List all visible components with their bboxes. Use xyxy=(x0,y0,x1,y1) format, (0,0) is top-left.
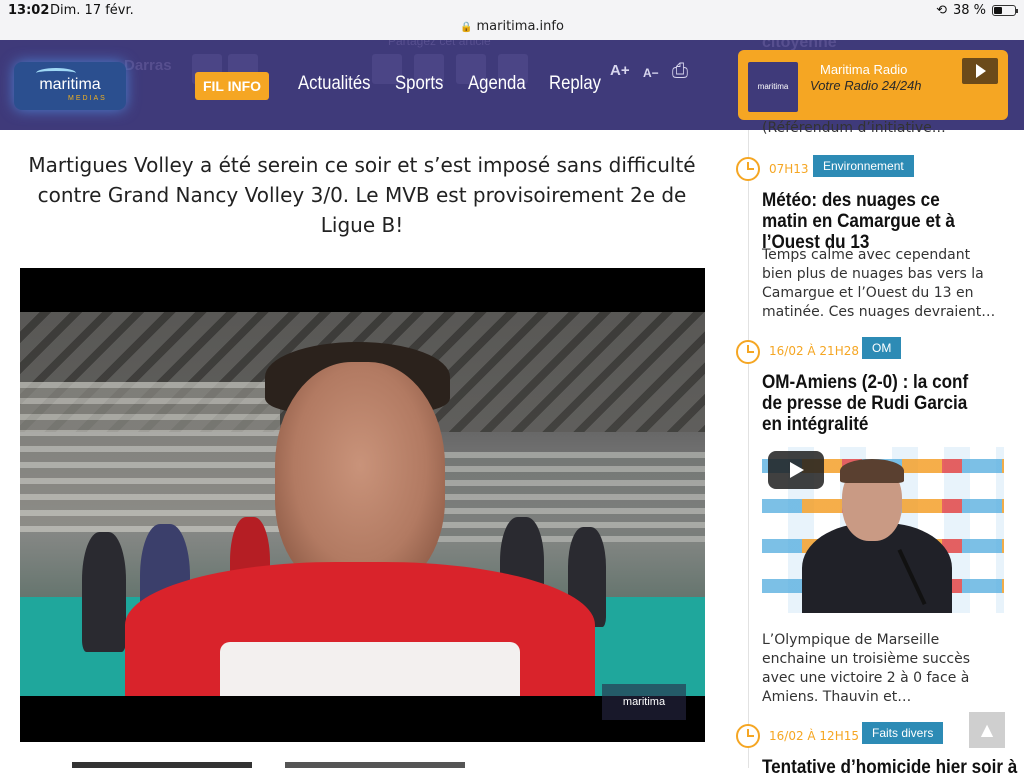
scroll-to-top-button[interactable]: ▲ xyxy=(969,712,1005,748)
site-header: Darras Partagez cet article citoyenne ma… xyxy=(0,40,1024,130)
ghost-author-name: Darras xyxy=(124,57,172,74)
radio-name: Maritima Radio xyxy=(820,62,908,77)
thumbnail-strip[interactable] xyxy=(72,762,252,768)
nav-item-agenda[interactable]: Agenda xyxy=(468,73,526,95)
background-person xyxy=(82,532,126,652)
battery-percent: 38 % xyxy=(952,3,986,18)
news-excerpt: L’Olympique de Marseille enchaine un tro… xyxy=(762,632,971,705)
ios-status-bar: 13:02 Dim. 17 févr. 🔒 maritima.info ⟲ 38 … xyxy=(0,0,1024,40)
status-date: Dim. 17 févr. xyxy=(50,3,134,18)
news-title[interactable]: OM-Amiens (2-0) : la conf de presse de R… xyxy=(762,372,987,435)
ghost-share-label: Partagez cet article xyxy=(388,40,491,48)
news-tag[interactable]: Faits divers xyxy=(862,722,944,744)
orientation-lock-icon: ⟲ xyxy=(936,3,947,18)
news-time: 07H13 xyxy=(769,162,809,176)
player-shirt-white xyxy=(220,642,520,696)
gym-stands-right xyxy=(420,452,705,542)
article-lead: Martigues Volley a été serein ce soir et… xyxy=(28,153,696,237)
battery-icon xyxy=(992,5,1018,16)
battery-fill xyxy=(994,7,1002,14)
address-url: maritima.info xyxy=(476,19,564,34)
thumbnail-strip[interactable] xyxy=(285,762,465,768)
radio-player[interactable]: maritima Maritima Radio Votre Radio 24/2… xyxy=(738,50,1008,120)
news-time: 16/02 À 12H15 xyxy=(769,729,859,743)
news-video-thumbnail[interactable] xyxy=(762,447,1004,613)
status-time: 13:02 xyxy=(8,3,50,18)
video-frame[interactable] xyxy=(20,312,705,696)
clock-icon xyxy=(736,340,760,364)
font-increase-button[interactable]: A+ xyxy=(610,62,630,79)
player-face xyxy=(275,362,445,592)
nav-item-actualites[interactable]: Actualités xyxy=(298,73,370,95)
printer-icon[interactable]: ⎙ xyxy=(672,60,688,83)
font-decrease-button[interactable]: A− xyxy=(643,66,659,80)
news-title[interactable]: Météo: des nuages ce matin en Camargue e… xyxy=(762,190,987,253)
site-logo[interactable]: maritima MEDIAS xyxy=(14,62,126,110)
lock-icon: 🔒 xyxy=(460,22,473,33)
radio-logo: maritima xyxy=(748,62,798,112)
gym-stands-left xyxy=(20,382,280,532)
video-player[interactable]: maritima xyxy=(20,268,705,742)
video-play-icon[interactable] xyxy=(768,451,824,489)
logo-text: maritima xyxy=(39,76,101,93)
news-tag[interactable]: Environnement xyxy=(813,155,914,177)
radio-play-icon[interactable] xyxy=(962,58,998,84)
address-bar[interactable]: 🔒 maritima.info xyxy=(0,19,1024,34)
clock-icon xyxy=(736,724,760,748)
prev-item-snippet[interactable]: (Référendum d’initiative… xyxy=(762,120,946,136)
video-watermark: maritima xyxy=(602,684,686,720)
logo-subtext: MEDIAS xyxy=(68,95,107,102)
news-excerpt: Temps calme avec cependant bien plus de … xyxy=(762,247,996,320)
radio-slogan: Votre Radio 24/24h xyxy=(810,78,922,93)
nav-item-replay[interactable]: Replay xyxy=(549,73,601,95)
news-time: 16/02 À 21H28 xyxy=(769,344,859,358)
nav-item-sports[interactable]: Sports xyxy=(395,73,443,95)
clock-icon xyxy=(736,157,760,181)
status-right: ⟲ 38 % xyxy=(936,3,1018,18)
news-tag[interactable]: OM xyxy=(862,337,902,359)
coach-hair xyxy=(840,459,904,483)
news-timeline xyxy=(748,130,749,768)
fil-info-button[interactable]: FIL INFO xyxy=(195,72,269,100)
